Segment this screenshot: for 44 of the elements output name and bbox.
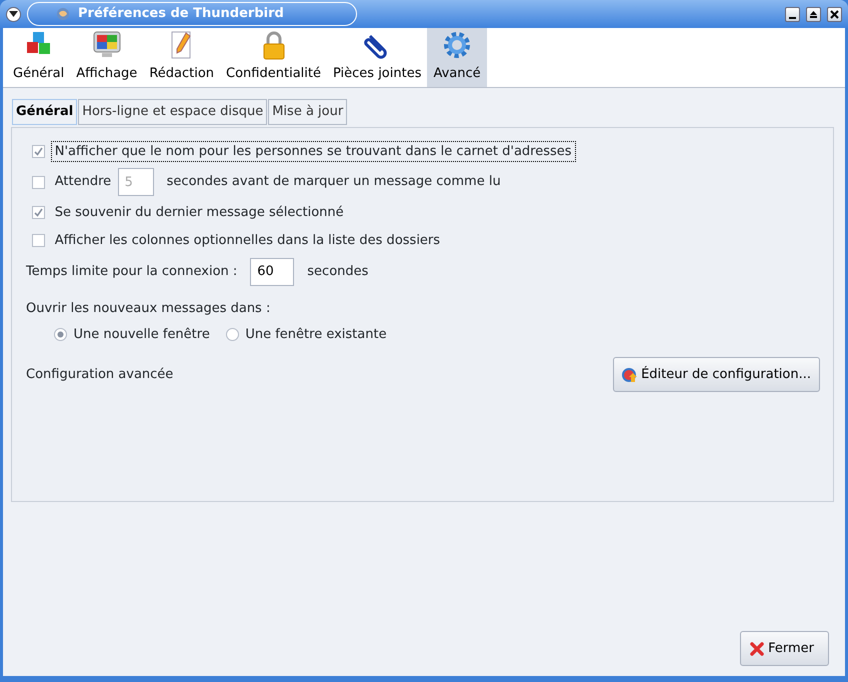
toolbar-tab[interactable]: Pièces jointes xyxy=(326,28,428,87)
field-suffix: secondes avant de marquer un message comme lu xyxy=(166,173,501,192)
checkbox-label: Se souvenir du dernier message sélectionné xyxy=(54,204,345,222)
close-button[interactable] xyxy=(827,6,842,22)
checkmark-icon xyxy=(34,208,43,217)
section-label: Configuration avancée xyxy=(26,366,174,384)
group-label: Ouvrir les nouveaux messages dans : xyxy=(26,300,272,318)
checkbox[interactable] xyxy=(32,234,45,247)
sub-tab[interactable]: Hors-ligne et espace disque xyxy=(78,99,268,124)
field-label: Temps limite pour la connexion : xyxy=(26,263,238,281)
gear-icon xyxy=(442,30,472,60)
close-dialog-button[interactable]: Fermer xyxy=(740,631,829,666)
checkbox-label: Afficher les colonnes optionnelles dans la liste des dossiers xyxy=(54,232,442,250)
close-icon xyxy=(749,640,766,656)
radio-dot-icon xyxy=(57,331,64,338)
monitor-icon xyxy=(92,30,122,60)
radio-label: Une fenêtre existante xyxy=(245,326,387,344)
checkbox[interactable] xyxy=(32,206,45,219)
radio-button[interactable] xyxy=(54,328,67,341)
checkmark-icon xyxy=(34,147,43,156)
radio-button[interactable] xyxy=(226,328,239,341)
sub-tab[interactable]: Mise à jour xyxy=(268,99,348,124)
radio-label: Une nouvelle fenêtre xyxy=(74,326,210,344)
close-icon xyxy=(830,10,839,18)
checkbox-label: N'afficher que le nom pour les personnes se trouvant dans le carnet d'adresses xyxy=(52,142,575,162)
minimize-icon xyxy=(789,16,796,18)
sub-tab[interactable]: Général xyxy=(12,99,78,124)
minimize-button[interactable] xyxy=(785,6,800,22)
toolbar-tab[interactable]: Avancé xyxy=(427,28,487,87)
field-suffix: secondes xyxy=(307,263,368,281)
window-title: Préférences de Thunderbird xyxy=(78,5,284,24)
config-editor-button[interactable]: Éditeur de configuration... xyxy=(613,357,820,392)
checkbox-label: Attendre xyxy=(54,173,112,192)
menu-button[interactable] xyxy=(6,6,21,22)
checkbox[interactable] xyxy=(32,145,45,158)
gear-icon xyxy=(622,366,638,383)
caret-icon xyxy=(9,11,18,17)
toolbar-tab[interactable]: Affichage xyxy=(70,28,144,87)
maximize-button[interactable] xyxy=(806,6,821,22)
toolbar-tab[interactable]: Rédaction xyxy=(143,28,220,87)
timeout-field[interactable]: 60 xyxy=(250,258,294,286)
maximize-icon xyxy=(810,10,817,18)
toolbar-tab[interactable]: Général xyxy=(7,28,70,87)
toolbar-tab[interactable]: Confidentialité xyxy=(220,28,327,87)
